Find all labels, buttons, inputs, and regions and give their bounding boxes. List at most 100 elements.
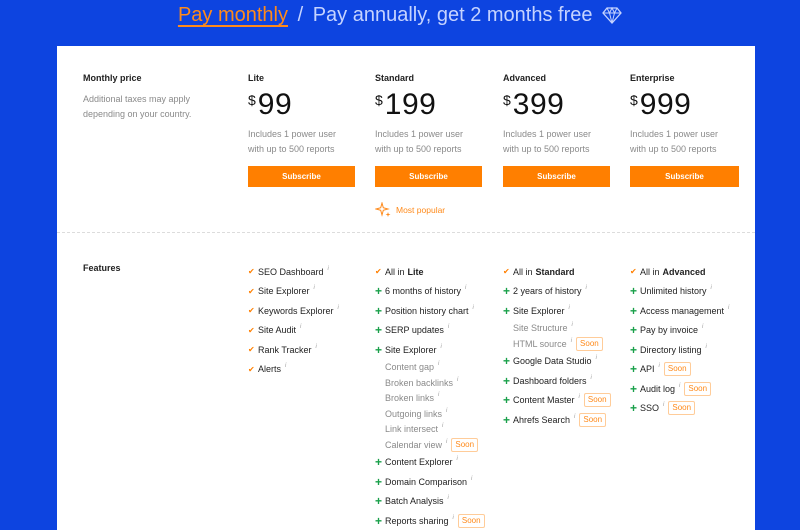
feature-plan-ref: Lite	[407, 266, 424, 277]
feature-item: + Pay by invoice i	[630, 321, 755, 341]
plan-price: $399	[503, 88, 564, 122]
feature-label: API	[640, 364, 655, 375]
soon-badge: Soon	[457, 513, 485, 528]
sparkle-icon	[375, 202, 391, 217]
info-icon[interactable]: i	[728, 305, 729, 311]
feature-label: Batch Analysis	[385, 496, 444, 507]
info-icon[interactable]: i	[438, 361, 439, 367]
plus-icon: +	[375, 474, 383, 489]
tax-note-line-2: depending on your country.	[83, 109, 192, 119]
currency-symbol: $	[630, 92, 638, 108]
plus-icon: +	[630, 284, 638, 299]
feature-item: + Position history chart i	[375, 301, 500, 321]
info-icon[interactable]: i	[446, 439, 447, 445]
includes-line-1: Includes 1 power user	[503, 129, 592, 139]
sub-feature-item: Outgoing links i	[375, 406, 500, 422]
info-icon[interactable]: i	[706, 344, 707, 350]
check-icon: ✔	[248, 364, 255, 374]
feature-label: 6 months of history	[385, 286, 462, 297]
feature-item: ✔ Rank Tracker i	[248, 340, 373, 360]
info-icon[interactable]: i	[441, 344, 442, 350]
soon-badge: Soon	[451, 437, 479, 452]
info-icon[interactable]: i	[457, 377, 458, 383]
plus-icon: +	[375, 303, 383, 318]
feature-item: + SSO i Soon	[630, 399, 755, 419]
feature-item: + Content Explorer i	[375, 453, 500, 473]
pay-monthly-toggle[interactable]: Pay monthly	[178, 4, 288, 26]
feature-item: + Site Explorer i	[503, 301, 628, 321]
feature-label: Google Data Studio	[513, 356, 592, 367]
lite-features-list: ✔ SEO Dashboard i ✔ Site Explorer i ✔ Keywords …	[248, 262, 373, 379]
feature-item: + Content Master i Soon	[503, 391, 628, 411]
plus-icon: +	[375, 323, 383, 338]
feature-label: Keywords Explorer	[258, 305, 334, 316]
info-icon[interactable]: i	[314, 285, 315, 291]
info-icon[interactable]: i	[338, 305, 339, 311]
diamond-icon	[602, 6, 622, 30]
info-icon[interactable]: i	[442, 423, 443, 429]
info-icon[interactable]: i	[586, 285, 587, 291]
feature-label: Content Explorer	[385, 457, 453, 468]
info-icon[interactable]: i	[438, 392, 439, 398]
subscribe-advanced-button[interactable]: Subscribe	[503, 166, 610, 187]
info-icon[interactable]: i	[572, 322, 573, 328]
pricing-card: Monthly price Additional taxes may apply…	[57, 46, 755, 530]
currency-symbol: $	[375, 92, 383, 108]
info-icon[interactable]: i	[569, 305, 570, 311]
feature-item: ✔ All in Lite	[375, 262, 500, 282]
info-icon[interactable]: i	[471, 476, 472, 482]
check-icon: ✔	[248, 306, 255, 316]
info-icon[interactable]: i	[448, 495, 449, 501]
includes-line-1: Includes 1 power user	[375, 129, 464, 139]
feature-label: Position history chart	[385, 305, 469, 316]
feature-item: + Unlimited history i	[630, 282, 755, 302]
price-amount: 999	[639, 88, 692, 121]
info-icon[interactable]: i	[448, 324, 449, 330]
info-icon[interactable]: i	[457, 456, 458, 462]
feature-label: 2 years of history	[513, 286, 582, 297]
includes-line-2: with up to 500 reports	[248, 144, 335, 154]
info-icon[interactable]: i	[465, 285, 466, 291]
info-icon[interactable]: i	[711, 285, 712, 291]
sub-feature-item: Calendar view i Soon	[375, 437, 500, 453]
info-icon[interactable]: i	[579, 394, 580, 400]
feature-label: All in	[513, 266, 533, 277]
feature-item: +6 months of history i	[375, 282, 500, 302]
info-icon[interactable]: i	[285, 363, 286, 369]
info-icon[interactable]: i	[574, 414, 575, 420]
info-icon[interactable]: i	[679, 383, 680, 389]
feature-label: Alerts	[258, 364, 282, 375]
subscribe-enterprise-button[interactable]: Subscribe	[630, 166, 739, 187]
plan-price: $199	[375, 88, 436, 122]
feature-label: SERP updates	[385, 325, 444, 336]
info-icon[interactable]: i	[316, 344, 317, 350]
plan-includes: Includes 1 power user with up to 500 rep…	[503, 127, 591, 157]
info-icon[interactable]: i	[596, 355, 597, 361]
info-icon[interactable]: i	[571, 338, 572, 344]
pay-annually-toggle[interactable]: Pay annually, get 2 months free	[313, 4, 593, 26]
check-icon: ✔	[248, 345, 255, 355]
feature-label: Site Explorer	[513, 305, 565, 316]
feature-item: + SERP updates i	[375, 321, 500, 341]
feature-label: Reports sharing	[385, 515, 449, 526]
info-icon[interactable]: i	[300, 324, 301, 330]
info-icon[interactable]: i	[446, 408, 447, 414]
info-icon[interactable]: i	[659, 363, 660, 369]
sub-feature-item: Link intersect i	[375, 422, 500, 438]
feature-item: +2 years of history i	[503, 282, 628, 302]
subscribe-standard-button[interactable]: Subscribe	[375, 166, 482, 187]
info-icon[interactable]: i	[453, 515, 454, 521]
info-icon[interactable]: i	[663, 402, 664, 408]
info-icon[interactable]: i	[473, 305, 474, 311]
info-icon[interactable]: i	[702, 324, 703, 330]
feature-label: SEO Dashboard	[258, 266, 324, 277]
most-popular-label: Most popular	[396, 205, 446, 215]
plus-icon: +	[375, 513, 383, 528]
info-icon[interactable]: i	[591, 375, 592, 381]
feature-item: ✔ Keywords Explorer i	[248, 301, 373, 321]
info-icon[interactable]: i	[328, 266, 329, 272]
feature-item: + Dashboard folders i	[503, 371, 628, 391]
plan-price: $99	[248, 88, 292, 122]
plus-icon: +	[503, 284, 511, 299]
subscribe-lite-button[interactable]: Subscribe	[248, 166, 355, 187]
